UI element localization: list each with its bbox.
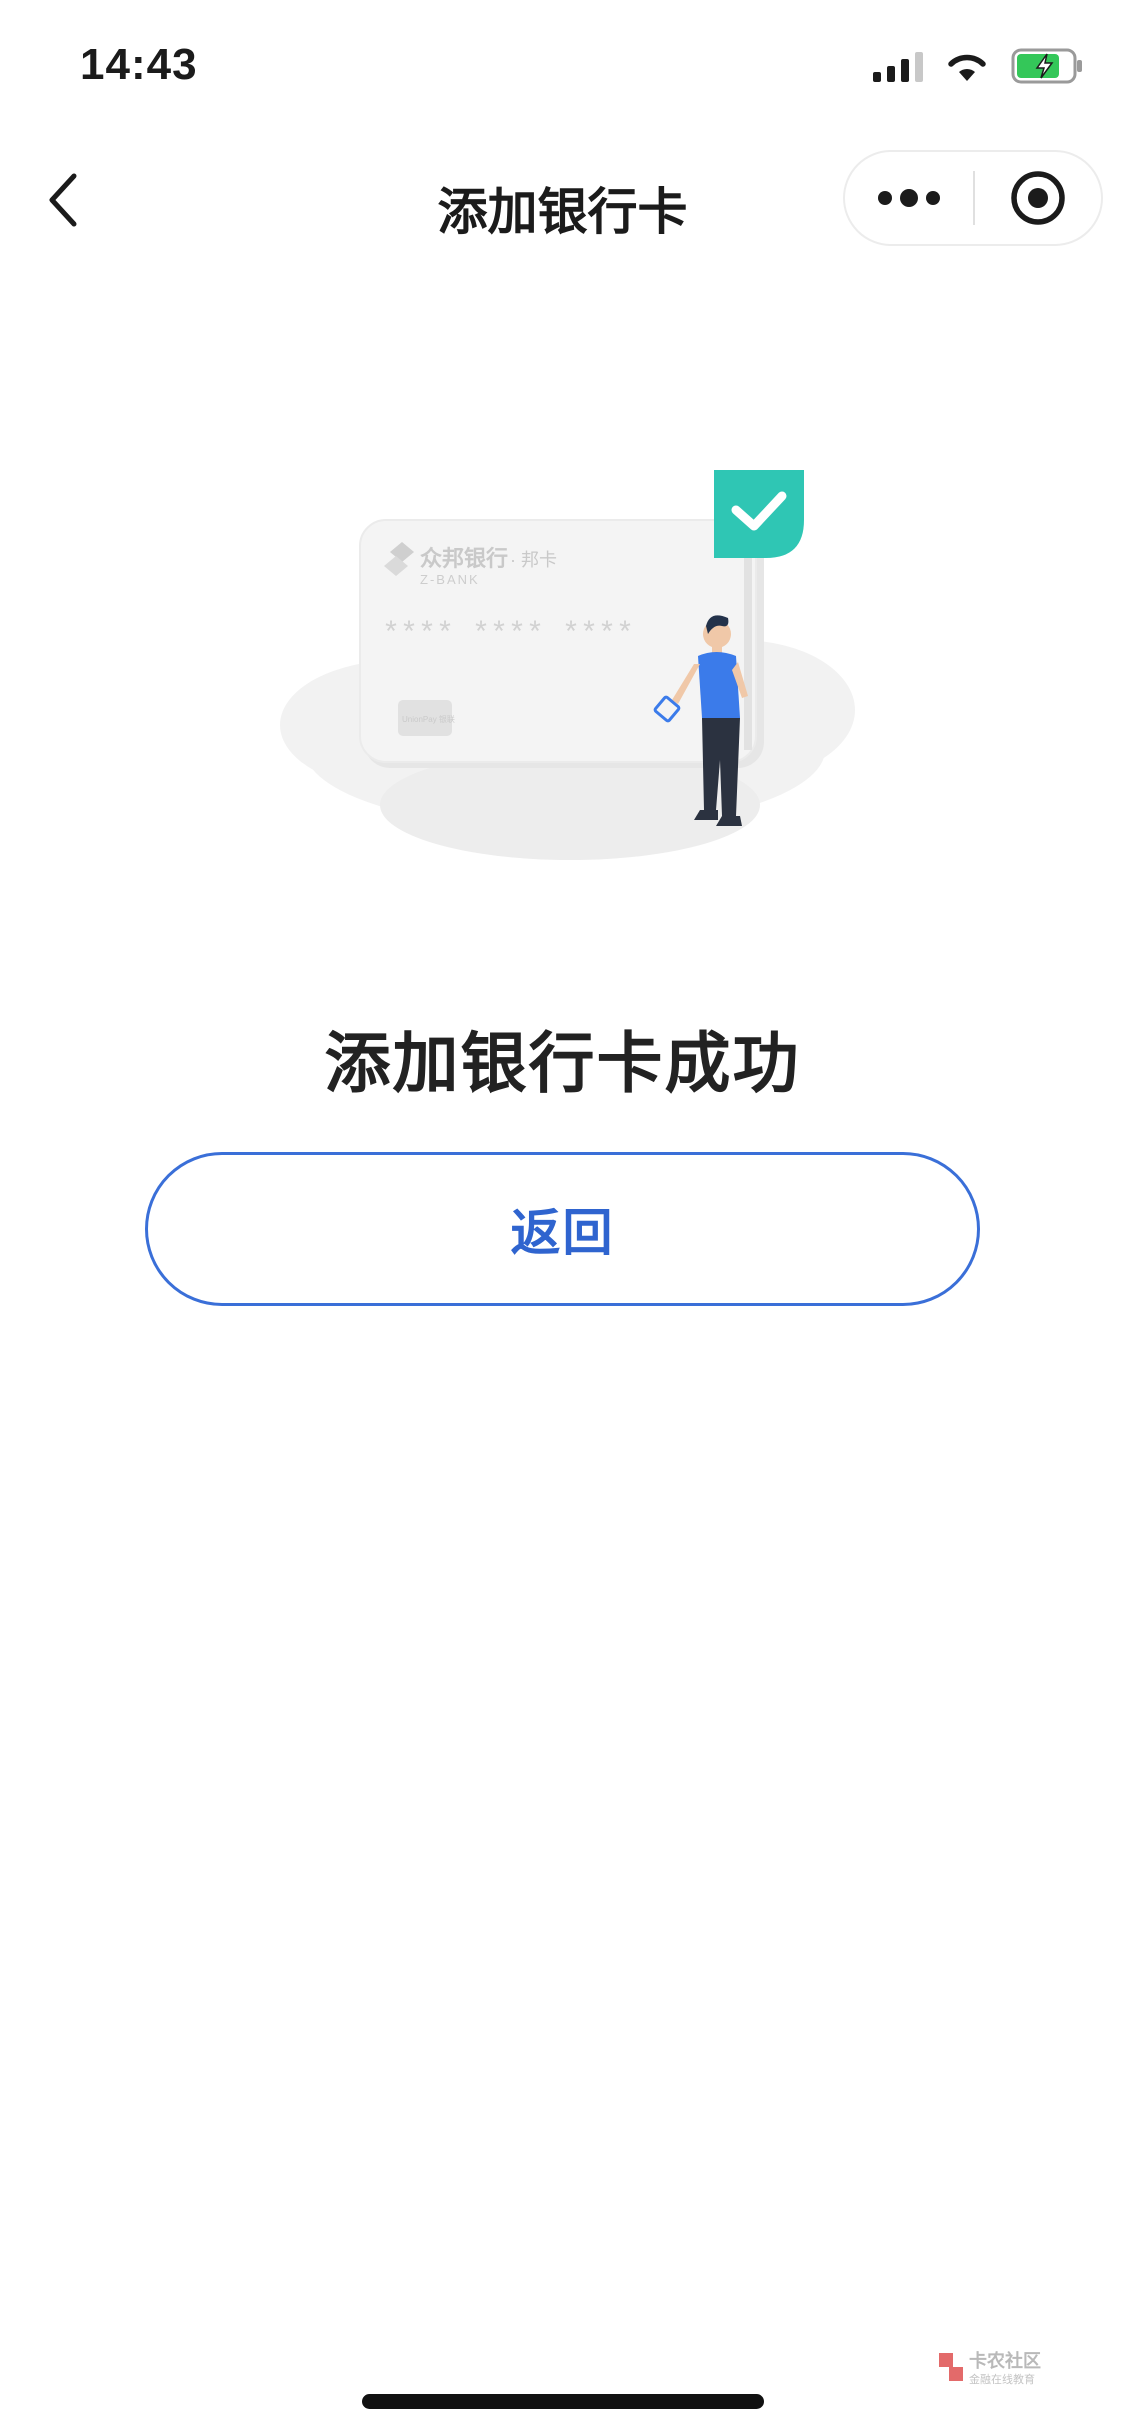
status-time: 14:43 [80,40,198,89]
battery-charging-icon [1011,48,1082,84]
watermark-subtitle: 金融在线教育 [969,2372,1035,2386]
bank-en-name: Z-BANK [420,572,480,587]
more-button[interactable] [845,152,973,244]
target-close-icon [1011,171,1065,225]
bank-name: 众邦银行 [420,546,508,571]
kanong-logo-icon [939,2353,963,2381]
home-indicator[interactable] [362,2394,764,2409]
success-message: 添加银行卡成功 [324,1026,801,1100]
mini-program-capsule [843,150,1103,246]
nav-bar: 添加银行卡 [0,150,1125,250]
card-number: **** **** **** [382,618,634,652]
watermark-logo: 卡农社区 金融在线教育 [939,2350,1041,2386]
cellular-signal-icon [873,50,923,82]
wifi-icon [948,54,986,81]
more-dots-icon [878,189,940,207]
return-button[interactable]: 返回 [145,1152,980,1306]
return-button-label: 返回 [510,1205,615,1261]
bank-card-illustration: 众邦银行 · 邦卡 Z-BANK **** **** **** UnionPay… [280,470,855,860]
card-network: UnionPay 银联 [402,714,455,724]
bank-suffix: · 邦卡 [510,550,557,570]
status-icons [873,48,1085,84]
close-mini-program-button[interactable] [975,152,1101,244]
watermark-title: 卡农社区 [969,2350,1041,2371]
